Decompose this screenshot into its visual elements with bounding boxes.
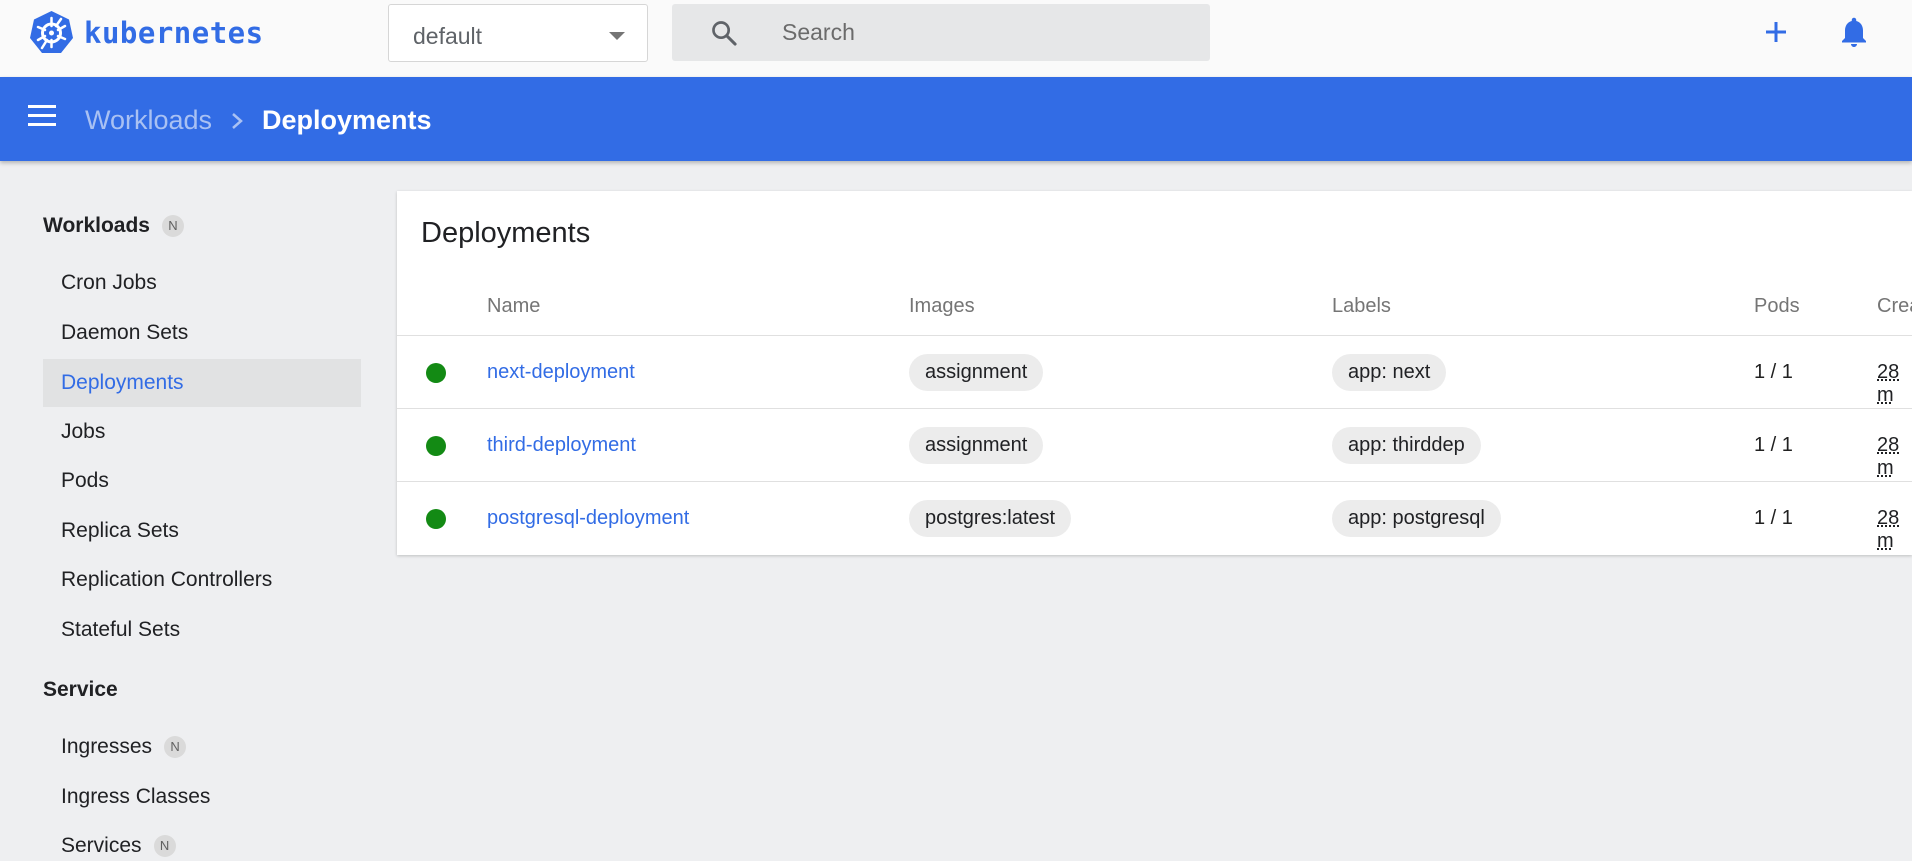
label-chip: app: next [1332,354,1447,391]
create-button[interactable] [1758,14,1794,50]
table-row: next-deployment assignment app: next 1 /… [397,336,1912,409]
sidebar-item-jobs[interactable]: Jobs [43,408,361,456]
namespaced-badge: N [153,835,176,857]
sidebar-item-ingresses[interactable]: Ingresses N [43,723,361,771]
menu-icon-bar [28,114,56,117]
search-input[interactable] [782,14,1182,50]
sidebar-item-daemon-sets[interactable]: Daemon Sets [43,309,361,357]
label-chip: app: thirddep [1332,427,1481,464]
top-bar: kubernetes default [0,0,1912,77]
created-age: 28 m [1877,507,1900,552]
notifications-button[interactable] [1836,14,1872,50]
image-chip: assignment [909,354,1044,391]
page-header: Workloads Deployments [0,77,1912,161]
image-chip: postgres:latest [909,500,1072,537]
chevron-right-icon [232,113,243,129]
breadcrumb-current: Deployments [262,105,432,135]
image-chip: assignment [909,427,1044,464]
sidebar-item-services[interactable]: Services N [43,822,361,861]
sidebar-item-cron-jobs[interactable]: Cron Jobs [43,259,361,307]
column-header-labels: Labels [1332,295,1391,317]
namespace-select[interactable]: default [388,4,648,62]
section-title: Workloads [43,214,150,237]
sidebar: Workloads N Cron Jobs Daemon Sets Deploy… [0,161,380,861]
kubernetes-logo-icon [30,11,73,53]
sidebar-item-replica-sets[interactable]: Replica Sets [43,507,361,555]
sidebar-section-workloads[interactable]: Workloads N [43,214,184,238]
created-age: 28 m [1877,434,1900,479]
status-running-icon [426,436,446,456]
label-chip: app: postgresql [1332,500,1501,537]
table-row: postgresql-deployment postgres:latest ap… [397,482,1912,555]
logo-text: kubernetes [84,15,264,50]
kubernetes-logo[interactable]: kubernetes [29,10,264,55]
created-age: 28 m [1877,361,1900,406]
section-title: Service [43,678,118,701]
namespaced-badge: N [161,215,184,237]
breadcrumb-workloads[interactable]: Workloads [85,105,212,136]
sidebar-item-replication-controllers[interactable]: Replication Controllers [43,556,361,604]
pods-count: 1 / 1 [1754,434,1793,456]
sidebar-item-label: Services [61,834,142,857]
deployment-name-link[interactable]: postgresql-deployment [487,507,689,530]
deployment-name-link[interactable]: third-deployment [487,434,636,457]
card-title: Deployments [421,217,591,249]
sidebar-item-ingress-classes[interactable]: Ingress Classes [43,773,361,821]
namespaced-badge: N [164,736,187,758]
pods-count: 1 / 1 [1754,361,1793,383]
sidebar-item-label: Ingresses [61,735,153,758]
sidebar-section-service[interactable]: Service [43,678,118,702]
search-icon [712,21,737,46]
status-running-icon [426,363,446,383]
plus-icon [1766,22,1786,42]
column-header-created[interactable]: Crea [1877,295,1912,318]
deployment-name-link[interactable]: next-deployment [487,361,635,384]
column-header-name[interactable]: Name [487,295,540,318]
column-header-pods: Pods [1754,295,1800,317]
sidebar-item-deployments[interactable]: Deployments [43,359,361,407]
pods-count: 1 / 1 [1754,507,1793,529]
column-header-images: Images [909,295,975,317]
sidebar-item-pods[interactable]: Pods [43,457,361,505]
deployments-card: Deployments Name Images Labels Pods Crea… [397,191,1912,555]
status-running-icon [426,509,446,529]
search-bar[interactable] [672,4,1210,61]
menu-button[interactable] [28,105,56,127]
dropdown-arrow-icon [609,32,625,40]
namespace-value: default [413,23,483,49]
sidebar-item-stateful-sets[interactable]: Stateful Sets [43,606,361,654]
bell-icon [1842,17,1866,47]
menu-icon-bar [28,105,56,108]
menu-icon-bar [28,123,56,126]
table-row: third-deployment assignment app: thirdde… [397,409,1912,482]
